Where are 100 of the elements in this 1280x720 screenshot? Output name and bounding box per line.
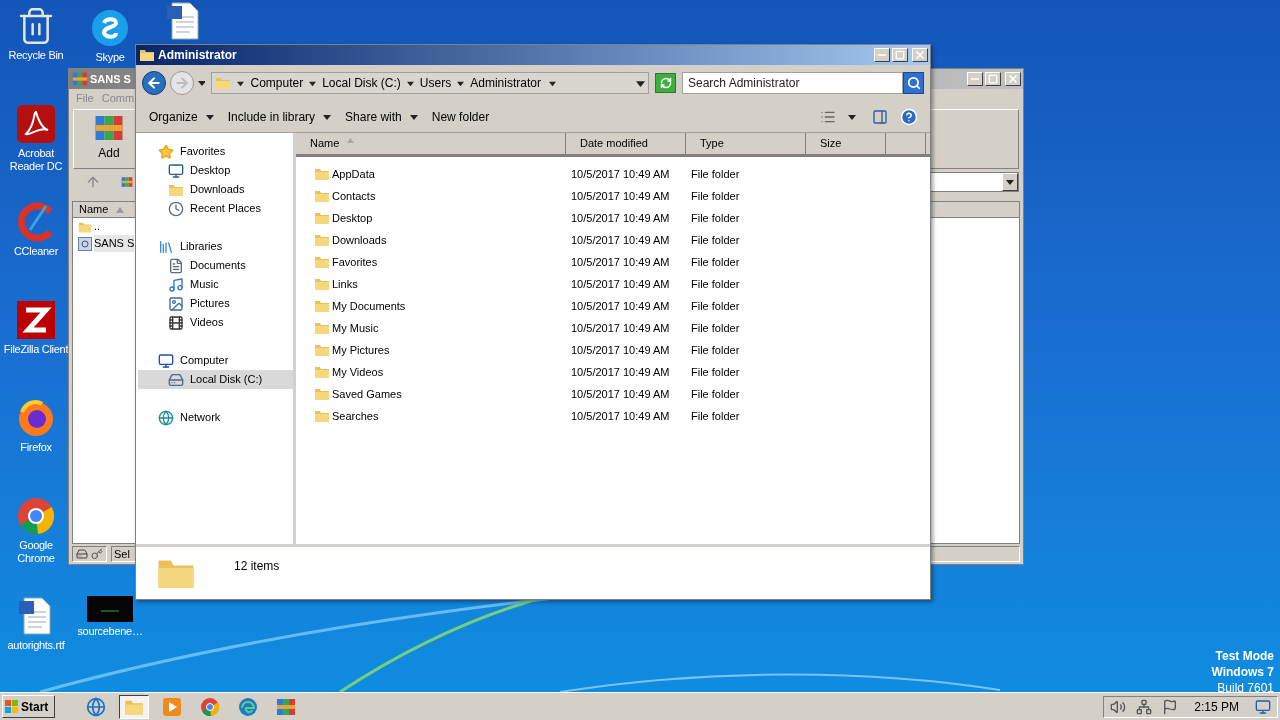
desktop-icon-label[interactable]: Google Chrome bbox=[0, 539, 72, 565]
breadcrumb-item[interactable]: Local Disk (C:) bbox=[322, 74, 401, 92]
toolbar-button[interactable]: Include in library bbox=[220, 104, 339, 129]
date-cell-text: 10/5/2017 10:49 AM bbox=[570, 298, 671, 314]
file-name[interactable]: Contacts bbox=[332, 187, 376, 205]
file-name[interactable]: AppData bbox=[332, 165, 375, 183]
folder-icon bbox=[314, 254, 330, 270]
desktop-icon-label[interactable]: FileZilla Client bbox=[3, 343, 69, 356]
nav-item[interactable]: Libraries bbox=[138, 237, 293, 256]
file-name[interactable]: Saved Games bbox=[332, 385, 402, 403]
desktop-icon-label[interactable]: sourcebene… bbox=[77, 625, 143, 638]
date-cell-text: 10/5/2017 10:49 AM bbox=[570, 408, 671, 424]
flag-icon[interactable] bbox=[1162, 698, 1179, 715]
maximize-button[interactable] bbox=[892, 48, 908, 62]
file-name[interactable]: Desktop bbox=[332, 209, 373, 227]
network-icon[interactable] bbox=[1136, 698, 1153, 715]
nav-item[interactable]: Pictures bbox=[138, 294, 293, 313]
column-header[interactable]: Type bbox=[686, 133, 806, 154]
nav-item[interactable]: Favorites bbox=[138, 142, 293, 161]
close-button[interactable] bbox=[1005, 72, 1021, 86]
file-name[interactable]: Favorites bbox=[332, 253, 378, 271]
nav-item[interactable]: Videos bbox=[138, 313, 293, 332]
app-icon[interactable] bbox=[90, 8, 130, 48]
folder-icon bbox=[139, 47, 155, 63]
file-name[interactable]: My Videos bbox=[332, 363, 384, 381]
breadcrumb-item[interactable]: Administrator bbox=[470, 74, 541, 92]
file-name[interactable]: My Pictures bbox=[332, 341, 390, 359]
file-name[interactable]: Downloads bbox=[332, 231, 387, 249]
key-icon bbox=[90, 548, 104, 560]
caret-icon bbox=[548, 79, 556, 87]
folder-icon bbox=[314, 188, 330, 204]
date-cell-text: 10/5/2017 10:49 AM bbox=[570, 210, 671, 226]
nav-item[interactable]: Desktop bbox=[138, 161, 293, 180]
file-name[interactable]: .. bbox=[94, 218, 101, 235]
caret-icon bbox=[323, 112, 332, 121]
desktop-icon-label[interactable]: Firefox bbox=[20, 441, 52, 454]
show-desktop-icon[interactable] bbox=[1255, 698, 1271, 715]
caret-icon bbox=[309, 79, 317, 87]
breadcrumb-item[interactable]: Computer bbox=[250, 74, 304, 92]
type-cell-text: File folder bbox=[690, 232, 741, 248]
browser-icon[interactable] bbox=[16, 398, 56, 438]
toolbar-button[interactable]: New folder bbox=[424, 104, 497, 129]
back-button[interactable] bbox=[142, 71, 166, 95]
minimize-button[interactable] bbox=[874, 48, 890, 62]
nav-item[interactable]: Music bbox=[138, 275, 293, 294]
search-field[interactable]: Search Administrator bbox=[682, 72, 903, 94]
breadcrumb-item[interactable]: Users bbox=[419, 74, 452, 92]
address-bar[interactable]: Computer Local Disk (C:) Users Administrator bbox=[211, 72, 650, 94]
desktop-icon-label[interactable]: Recycle Bin bbox=[8, 49, 64, 62]
taskbar-button[interactable] bbox=[119, 694, 149, 719]
column-header[interactable]: Size bbox=[806, 133, 886, 154]
desktop-icon-label[interactable]: autorights.rtf bbox=[7, 639, 65, 652]
caret-icon bbox=[848, 112, 856, 121]
start-button[interactable]: Start bbox=[2, 695, 55, 718]
toolbar-button[interactable]: Organize bbox=[142, 104, 221, 129]
nav-item[interactable]: Computer bbox=[138, 351, 293, 370]
browser-icon[interactable] bbox=[16, 496, 56, 536]
preview-pane-icon[interactable] bbox=[872, 108, 888, 125]
type-cell-text: File folder bbox=[690, 166, 741, 182]
desktop-icon-label[interactable]: Acrobat Reader DC bbox=[0, 147, 72, 173]
column-header[interactable]: Name bbox=[73, 202, 133, 217]
nav-item[interactable]: Network bbox=[138, 408, 293, 427]
date-cell-text: 10/5/2017 10:49 AM bbox=[570, 320, 671, 336]
file-name[interactable]: My Music bbox=[332, 319, 379, 337]
type-cell-text: File folder bbox=[690, 320, 741, 336]
ftp-app-icon[interactable] bbox=[16, 300, 56, 340]
nav-item[interactable]: Recent Places bbox=[138, 199, 293, 218]
archive-app-icon bbox=[276, 696, 296, 717]
help-icon[interactable] bbox=[900, 107, 918, 126]
desktop-icon-label[interactable]: CCleaner bbox=[13, 245, 59, 258]
file-name[interactable]: SANS S bbox=[94, 235, 135, 252]
file-name[interactable]: Links bbox=[332, 275, 358, 293]
path-combo[interactable] bbox=[929, 172, 1019, 192]
close-button[interactable] bbox=[912, 48, 928, 62]
pdf-app-icon[interactable] bbox=[16, 104, 56, 144]
search-icon bbox=[906, 76, 921, 90]
volume-icon[interactable] bbox=[1110, 698, 1127, 715]
watermark-text: Windows 7 bbox=[1211, 664, 1274, 680]
folder-icon bbox=[314, 166, 330, 182]
file-name[interactable]: My Documents bbox=[332, 297, 406, 315]
caret-icon bbox=[409, 112, 418, 121]
nav-item[interactable]: Downloads bbox=[138, 180, 293, 199]
add-button[interactable]: Add bbox=[94, 112, 124, 162]
clock[interactable]: 2:15 PM bbox=[1194, 697, 1239, 716]
computer-icon bbox=[158, 352, 174, 369]
nav-item[interactable]: Local Disk (C:) bbox=[138, 370, 293, 389]
column-header[interactable]: Date modified bbox=[566, 133, 686, 154]
column-header[interactable]: Name bbox=[296, 133, 566, 154]
type-cell-text: File folder bbox=[690, 254, 741, 270]
search-button[interactable] bbox=[903, 72, 924, 94]
date-cell-text: 10/5/2017 10:49 AM bbox=[570, 188, 671, 204]
toolbar-button[interactable]: Share with bbox=[338, 104, 425, 129]
browser-icon bbox=[238, 696, 258, 717]
nav-item[interactable]: Documents bbox=[138, 256, 293, 275]
refresh-button[interactable] bbox=[655, 73, 676, 93]
maximize-button[interactable] bbox=[985, 72, 1001, 86]
minimize-button[interactable] bbox=[967, 72, 983, 86]
file-name[interactable]: Searches bbox=[332, 407, 379, 425]
folder-icon bbox=[314, 364, 330, 380]
desktop-icon-label[interactable]: Skype bbox=[95, 51, 125, 64]
